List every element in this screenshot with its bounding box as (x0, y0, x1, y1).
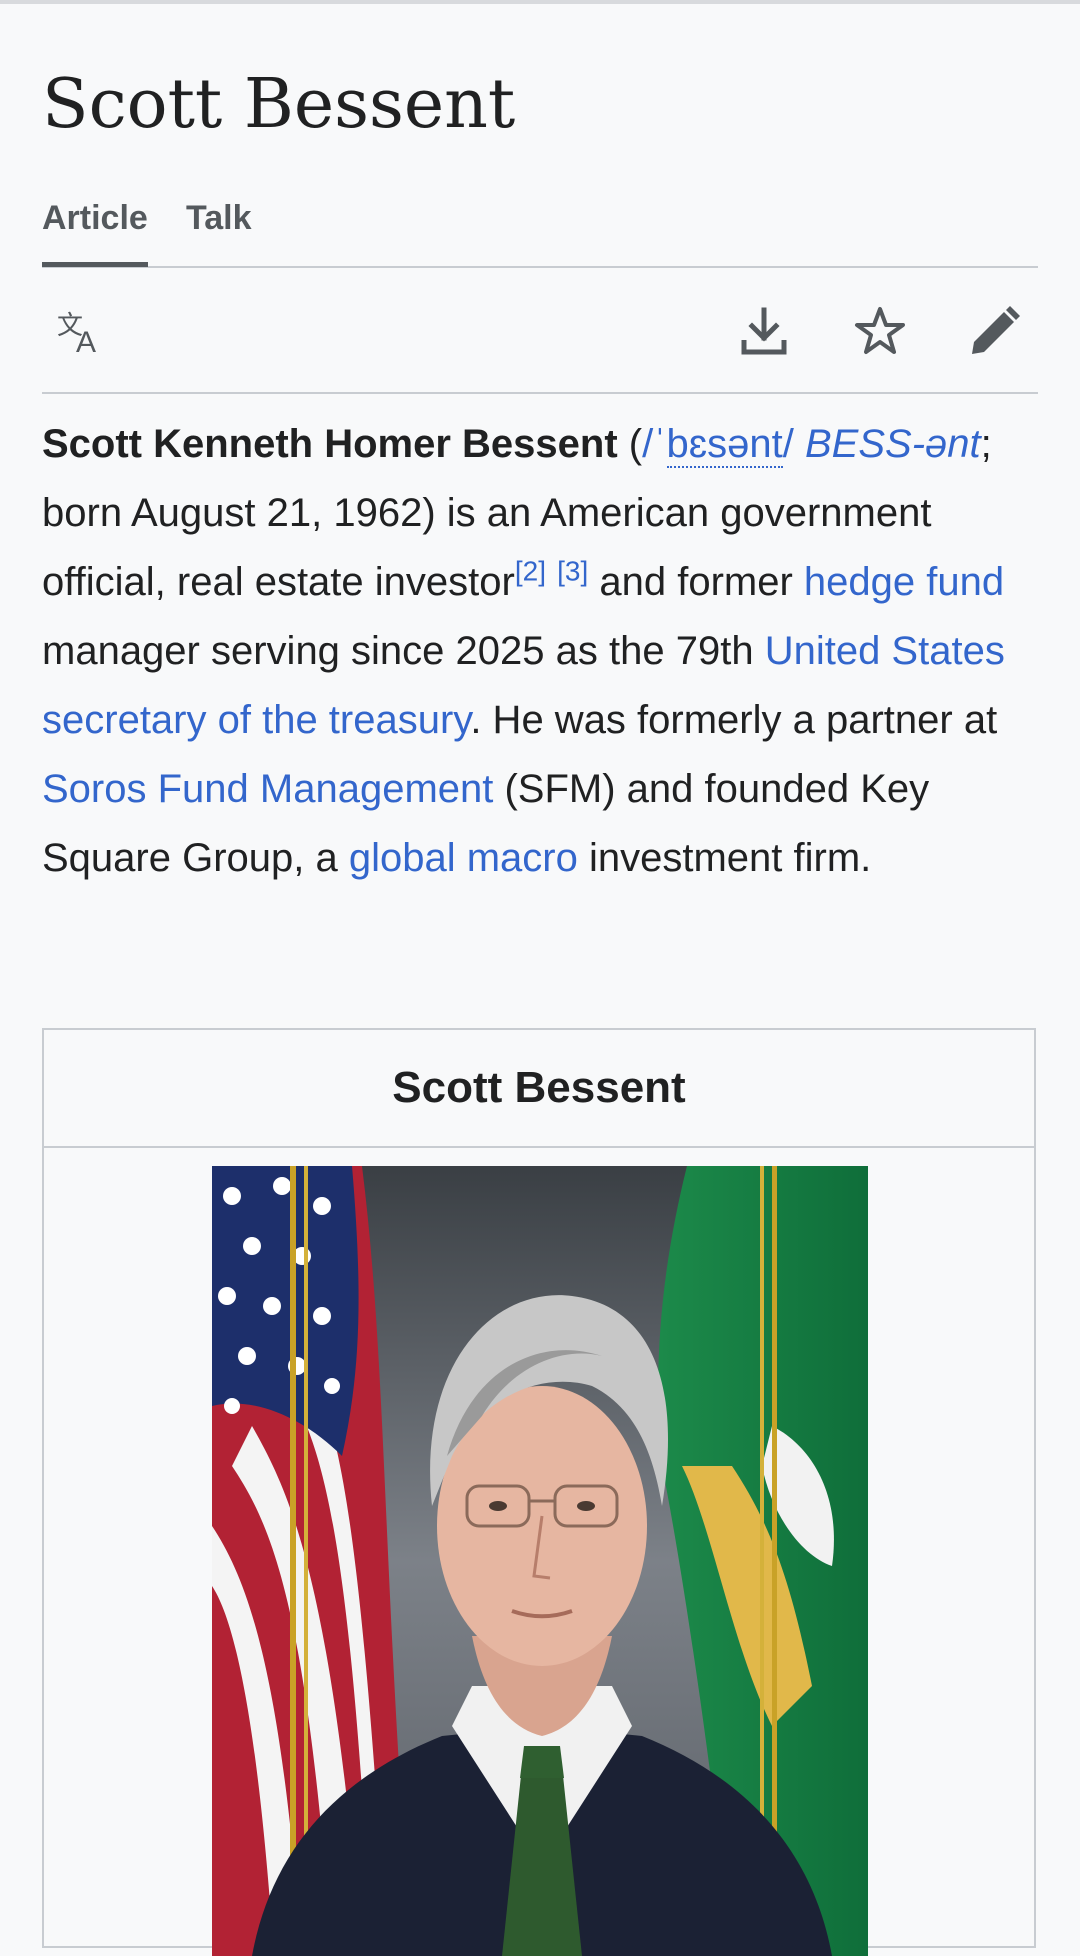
infobox-title: Scott Bessent (44, 1030, 1034, 1148)
lead-paragraph: Scott Kenneth Homer Bessent (/ˈbɛsənt/ B… (42, 410, 1042, 893)
subject-name: Scott Kenneth Homer Bessent (42, 422, 618, 466)
lead-text: and former (588, 560, 804, 604)
respelling-part: -ənt (911, 422, 981, 466)
portrait-image[interactable] (212, 1166, 868, 1956)
ipa-part: bɛsənt (666, 422, 783, 468)
reference-3[interactable]: [3] (557, 556, 588, 587)
link-hedge-fund[interactable]: hedge fund (804, 560, 1004, 604)
pencil-icon[interactable] (966, 304, 1022, 360)
tab-talk[interactable]: Talk (186, 190, 252, 246)
ipa-part: / (782, 422, 794, 466)
reference-2[interactable]: [2] (515, 556, 546, 587)
svg-text:A: A (76, 326, 96, 359)
lead-text: ( (617, 422, 643, 466)
respelling-part: BESS (805, 422, 912, 466)
ipa-part: /ˈ (642, 422, 667, 466)
star-icon[interactable] (852, 304, 908, 360)
tab-article[interactable]: Article (42, 190, 148, 267)
top-border (0, 0, 1080, 4)
link-global-macro[interactable]: global macro (349, 836, 578, 880)
lead-text: . He was formerly a partner at (470, 698, 998, 742)
download-icon[interactable] (736, 304, 792, 360)
link-soros-fund-management[interactable]: Soros Fund Management (42, 767, 493, 811)
lead-text: investment firm. (577, 836, 872, 880)
page-actions-toolbar: 文 A (42, 268, 1038, 394)
ipa-link[interactable]: /ˈbɛsənt/ (642, 422, 794, 468)
page-tabs: Article Talk (42, 190, 1038, 268)
language-icon[interactable]: 文 A (54, 304, 110, 360)
lead-text: manager serving since 2025 as the 79th (42, 629, 765, 673)
infobox: Scott Bessent (42, 1028, 1036, 1956)
page-title: Scott Bessent (42, 65, 516, 144)
respelling-link[interactable]: BESS-ənt (805, 422, 981, 466)
